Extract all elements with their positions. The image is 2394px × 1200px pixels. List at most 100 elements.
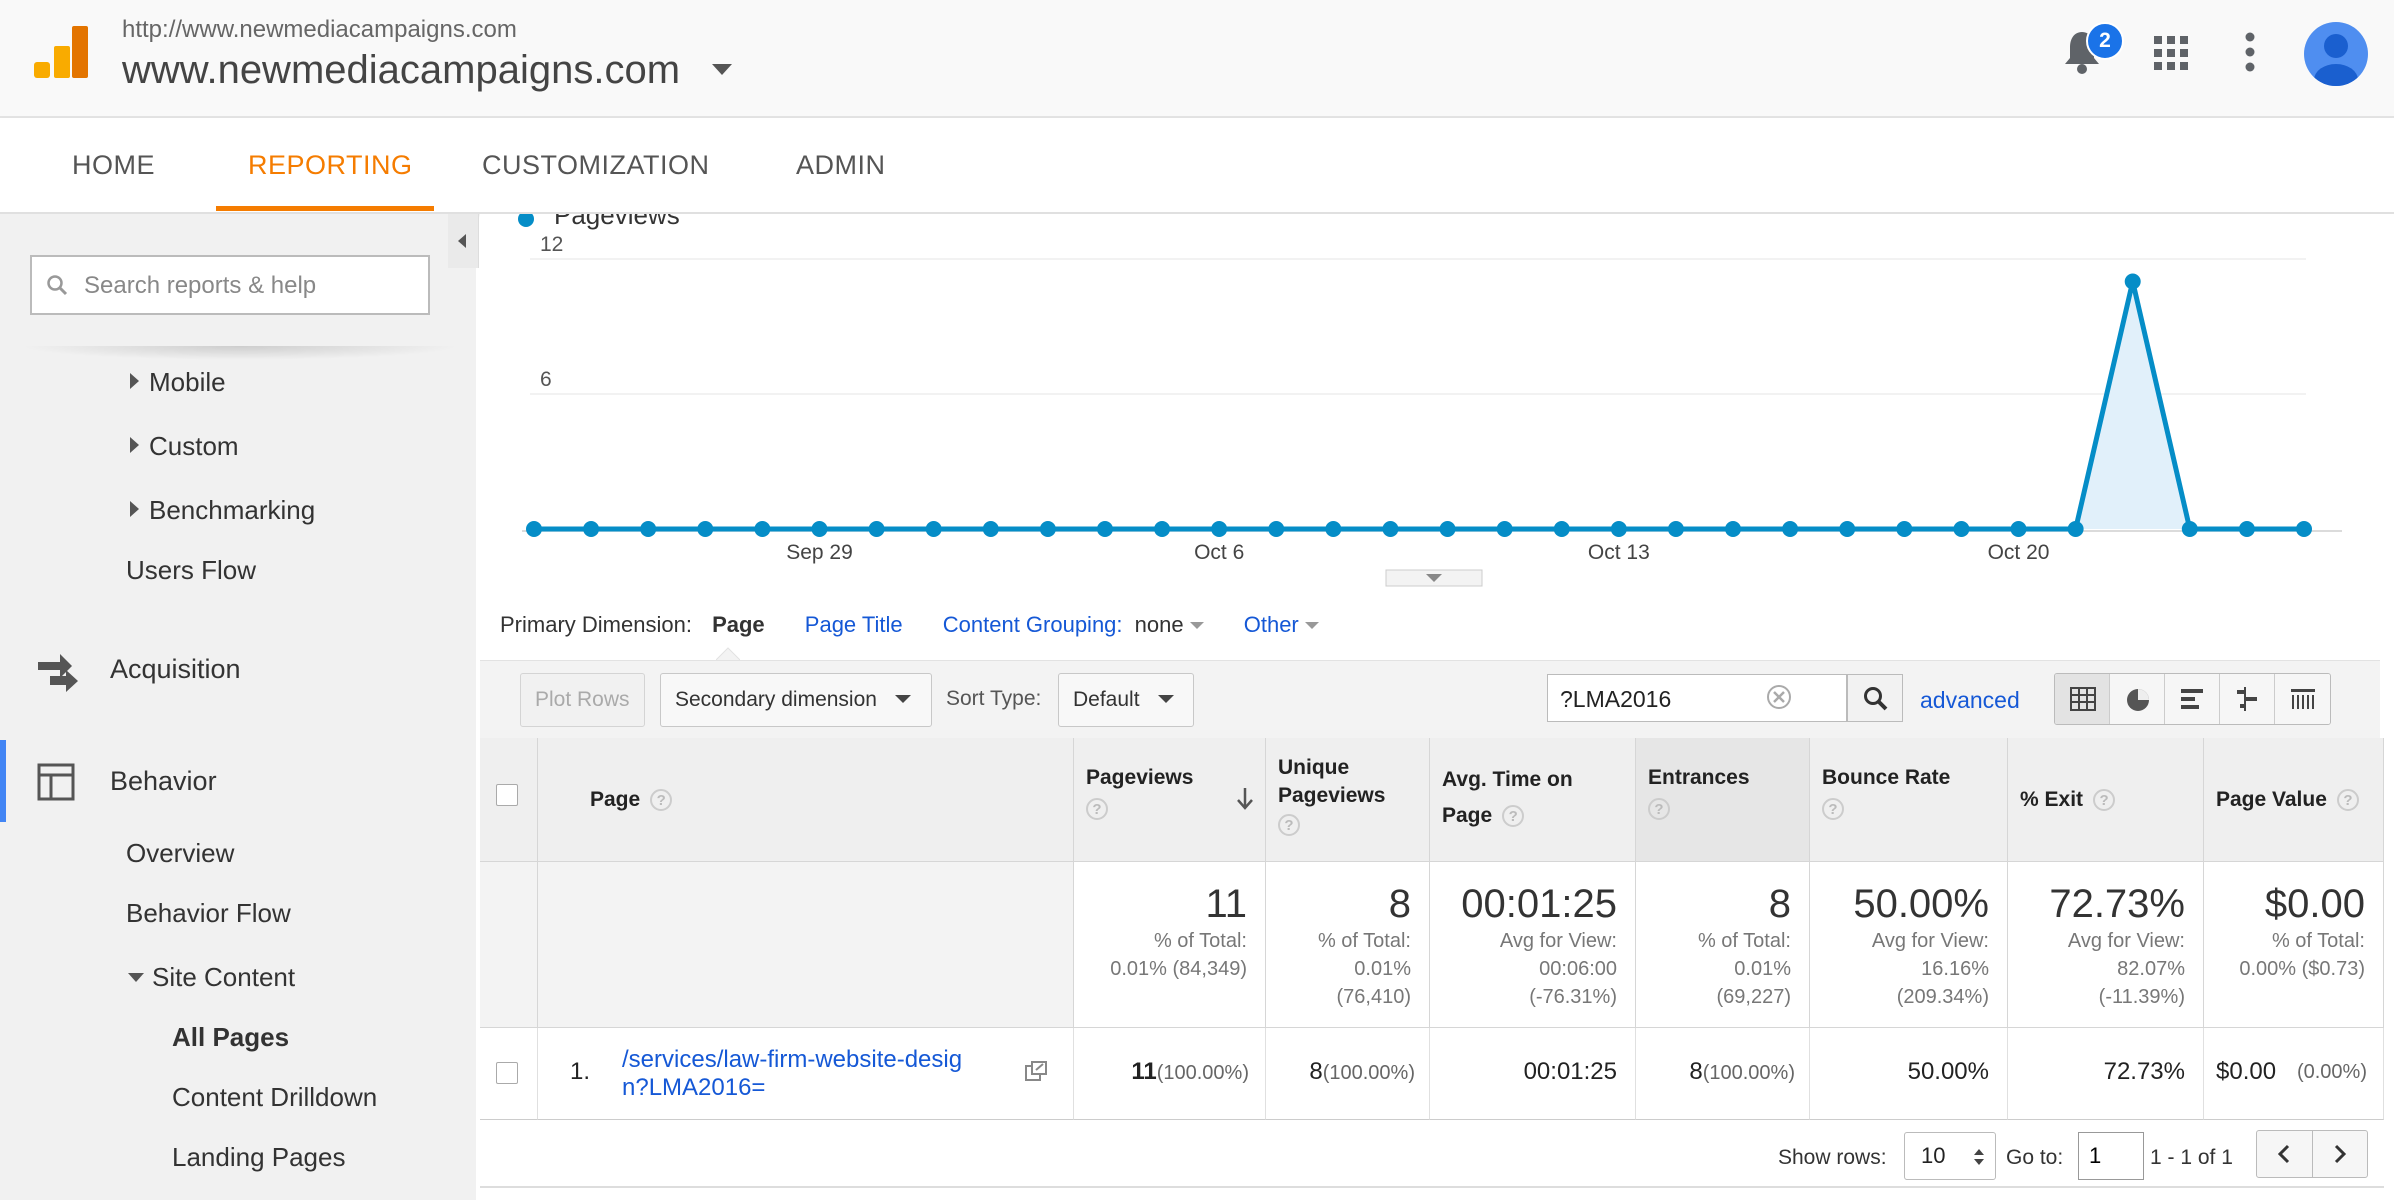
- show-rows-select[interactable]: 10: [1904, 1132, 1996, 1180]
- comparison-view-button[interactable]: [2220, 674, 2275, 724]
- table-row-page: 1. /services/law-firm-website-desig n?LM…: [538, 1028, 1074, 1120]
- chart-data-point: [2010, 521, 2027, 537]
- chart-data-point: [1154, 521, 1171, 537]
- sort-descending-arrow-icon[interactable]: [1236, 788, 1254, 810]
- chart-data-point: [1667, 521, 1684, 537]
- clear-filter-icon[interactable]: [1766, 684, 1792, 710]
- search-icon: [1864, 687, 1888, 711]
- sort-type-dropdown[interactable]: Default: [1058, 673, 1194, 727]
- page-link[interactable]: /services/law-firm-website-desig n?LMA20…: [622, 1046, 962, 1102]
- chevron-right-icon: [2334, 1144, 2346, 1164]
- analytics-logo-icon[interactable]: [34, 26, 90, 86]
- advanced-filter-link[interactable]: advanced: [1920, 687, 2020, 714]
- data-table-view-button[interactable]: [2055, 674, 2110, 724]
- totals-spacer: [480, 862, 538, 1028]
- column-header-page[interactable]: Page?: [538, 738, 1074, 862]
- help-icon[interactable]: ?: [1648, 798, 1670, 820]
- search-icon: [47, 275, 68, 296]
- secondary-dimension-dropdown[interactable]: Secondary dimension: [660, 673, 932, 727]
- performance-view-button[interactable]: [2165, 674, 2220, 724]
- open-page-external-icon[interactable]: [1024, 1060, 1048, 1082]
- percentage-view-button[interactable]: [2110, 674, 2165, 724]
- table-filter-box[interactable]: [1547, 674, 1847, 723]
- help-icon[interactable]: ?: [1822, 798, 1844, 820]
- chart-data-point: [1439, 521, 1456, 537]
- tab-admin[interactable]: ADMIN: [796, 118, 886, 212]
- sidebar-item-overview[interactable]: Overview: [126, 838, 234, 869]
- filter-search-button[interactable]: [1847, 674, 1903, 722]
- help-icon[interactable]: ?: [2336, 789, 2359, 812]
- chart-data-point: [2067, 521, 2084, 537]
- table-toolbar: Plot Rows Secondary dimension Sort Type:…: [480, 660, 2380, 739]
- chart-data-point: [526, 521, 542, 537]
- help-icon[interactable]: ?: [650, 789, 673, 812]
- select-all-checkbox[interactable]: [496, 784, 518, 806]
- caret-right-icon: [130, 501, 139, 517]
- table-bottom-border: [480, 1186, 2384, 1188]
- previous-page-button[interactable]: [2257, 1131, 2313, 1177]
- column-header-pageviews[interactable]: Pageviews?: [1074, 738, 1266, 862]
- table-view-switcher: [2054, 673, 2331, 725]
- sidebar-item-mobile[interactable]: Mobile: [130, 367, 226, 398]
- account-avatar-icon[interactable]: [2304, 22, 2368, 86]
- chart-data-point: [1553, 521, 1570, 537]
- sidebar-item-behavior-flow[interactable]: Behavior Flow: [126, 898, 291, 929]
- sidebar-item-all-pages[interactable]: All Pages: [172, 1022, 289, 1053]
- sidebar-item-custom[interactable]: Custom: [130, 431, 239, 462]
- notification-badge[interactable]: 2: [2086, 22, 2124, 60]
- collapse-sidebar-button[interactable]: [448, 214, 479, 268]
- column-header-entrances[interactable]: Entrances?: [1636, 738, 1810, 862]
- cell-avg-time: 00:01:25: [1430, 1028, 1636, 1120]
- term-cloud-view-button[interactable]: [2275, 674, 2330, 724]
- caret-down-icon: [1304, 622, 1319, 629]
- account-url: http://www.newmediacampaigns.com: [122, 16, 517, 43]
- help-icon[interactable]: ?: [2093, 789, 2116, 812]
- cell-pageviews: 11(100.00%): [1074, 1028, 1266, 1120]
- sidebar-item-site-content[interactable]: Site Content: [128, 962, 295, 993]
- goto-page-input[interactable]: [2078, 1132, 2144, 1180]
- content-grouping-value[interactable]: none: [1135, 612, 1184, 637]
- next-page-button[interactable]: [2313, 1131, 2368, 1177]
- chart-data-point: [925, 521, 942, 537]
- more-vert-icon[interactable]: [2244, 32, 2256, 72]
- tab-home[interactable]: HOME: [72, 118, 155, 212]
- top-header: http://www.newmediacampaigns.com www.new…: [0, 0, 2394, 118]
- primary-dimension-bar: Primary Dimension: Page Page Title Conte…: [500, 612, 1319, 638]
- search-input[interactable]: [82, 257, 416, 315]
- property-selector[interactable]: www.newmediacampaigns.com: [122, 48, 680, 93]
- dimension-page[interactable]: Page: [712, 612, 765, 637]
- total-page-value: $0.00 % of Total: 0.00% ($0.73): [2204, 862, 2384, 1028]
- plot-rows-button[interactable]: Plot Rows: [520, 673, 645, 727]
- cell-unique-pageviews: 8(100.00%): [1266, 1028, 1430, 1120]
- sidebar-item-landing-pages[interactable]: Landing Pages: [172, 1142, 345, 1173]
- select-all-header: [480, 738, 538, 862]
- active-section-indicator: [0, 740, 6, 822]
- help-icon[interactable]: ?: [1278, 814, 1300, 836]
- sidebar-section-behavior[interactable]: Behavior: [0, 740, 476, 822]
- select-updown-icon: [1974, 1149, 1984, 1165]
- row-checkbox[interactable]: [496, 1062, 518, 1084]
- help-icon[interactable]: ?: [1502, 805, 1525, 828]
- sidebar-item-benchmarking[interactable]: Benchmarking: [130, 495, 315, 526]
- apps-grid-icon[interactable]: [2154, 36, 2188, 70]
- sidebar-section-acquisition[interactable]: Acquisition: [0, 634, 476, 706]
- column-header-exit[interactable]: % Exit?: [2008, 738, 2204, 862]
- dimension-other[interactable]: Other: [1244, 612, 1299, 637]
- sidebar-item-content-drilldown[interactable]: Content Drilldown: [172, 1082, 377, 1113]
- dimension-page-title[interactable]: Page Title: [805, 612, 903, 637]
- tab-customization[interactable]: CUSTOMIZATION: [482, 118, 710, 212]
- total-bounce-rate: 50.00% Avg for View: 16.16% (209.34%): [1810, 862, 2008, 1028]
- help-icon[interactable]: ?: [1086, 798, 1108, 820]
- dimension-content-grouping[interactable]: Content Grouping:: [943, 612, 1123, 637]
- chevron-down-icon[interactable]: [712, 64, 732, 75]
- sidebar-item-users-flow[interactable]: Users Flow: [126, 555, 256, 586]
- column-header-bounce-rate[interactable]: Bounce Rate?: [1810, 738, 2008, 862]
- column-header-avg-time[interactable]: Avg. Time on Page?: [1430, 738, 1636, 862]
- pageviews-line-chart[interactable]: 12 6 Sep 29 Oct 6 Oct 13 Oct 20: [480, 230, 2360, 610]
- column-header-unique-pageviews[interactable]: Unique Pageviews?: [1266, 738, 1430, 862]
- chart-data-point: [1782, 521, 1799, 537]
- tab-reporting[interactable]: REPORTING: [248, 118, 413, 212]
- chart-data-point: [1325, 521, 1342, 537]
- column-header-page-value[interactable]: Page Value?: [2204, 738, 2384, 862]
- search-box[interactable]: [30, 255, 430, 315]
